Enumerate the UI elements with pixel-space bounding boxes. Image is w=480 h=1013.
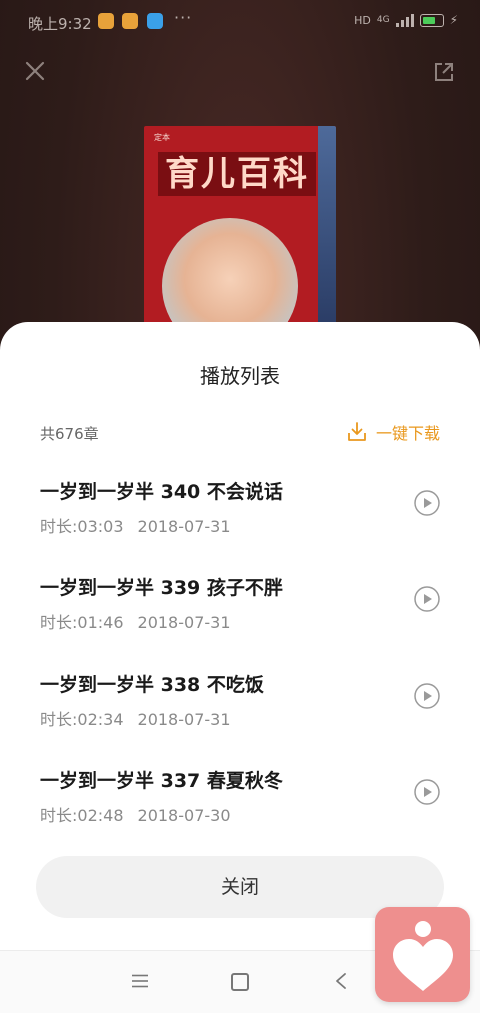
track-title: 一岁到一岁半 337 春夏秋冬 — [40, 770, 283, 792]
status-indicators: HD 4G ⚡ — [354, 13, 458, 27]
menu-icon[interactable] — [131, 974, 149, 988]
track-date: 2018-07-30 — [137, 806, 231, 825]
notification-app-icon — [98, 13, 114, 29]
download-all-label: 一键下载 — [375, 424, 440, 443]
heart-icon — [393, 921, 453, 991]
track-title: 一岁到一岁半 340 不会说话 — [40, 481, 283, 503]
play-icon[interactable] — [414, 586, 440, 612]
signal-icon — [395, 13, 414, 27]
book-cover: 定本 育儿百科 — [144, 126, 336, 324]
play-icon[interactable] — [414, 683, 440, 709]
cover-side-strip — [318, 126, 336, 324]
track-title: 一岁到一岁半 339 孩子不胖 — [40, 577, 283, 599]
floating-heart-widget[interactable] — [375, 907, 470, 1002]
track-meta: 时长:01:46 2018-07-31 — [40, 609, 231, 633]
track-meta: 时长:02:48 2018-07-30 — [40, 802, 231, 826]
notification-app-icon — [122, 13, 138, 29]
chapter-count: 共676章 — [40, 425, 99, 443]
track-item[interactable]: 一岁到一岁半 337 春夏秋冬 时长:02:48 2018-07-30 — [0, 766, 480, 836]
battery-icon — [419, 13, 444, 27]
status-bar: 晚上9:32 ··· HD 4G ⚡ — [0, 0, 480, 44]
cover-baby-photo — [162, 218, 298, 324]
cover-top-text: 定本 — [154, 133, 170, 142]
back-icon[interactable] — [334, 972, 348, 990]
track-date: 2018-07-31 — [137, 517, 231, 536]
track-title: 一岁到一岁半 338 不吃饭 — [40, 674, 264, 696]
share-icon[interactable] — [432, 60, 456, 84]
track-date: 2018-07-31 — [137, 613, 231, 632]
signal-label: 4G — [376, 15, 390, 25]
play-icon[interactable] — [414, 779, 440, 805]
cover-title: 育儿百科 — [158, 152, 316, 196]
notification-app-icon — [147, 13, 163, 29]
charging-icon: ⚡ — [449, 13, 458, 27]
playlist-sheet: 播放列表 共676章 一键下载 一岁到一岁半 340 不会说话 时长:03:03… — [0, 322, 480, 950]
track-item[interactable]: 一岁到一岁半 338 不吃饭 时长:02:34 2018-07-31 — [0, 670, 480, 740]
download-icon — [348, 422, 366, 441]
track-item[interactable]: 一岁到一岁半 339 孩子不胖 时长:01:46 2018-07-31 — [0, 573, 480, 643]
track-item[interactable]: 一岁到一岁半 340 不会说话 时长:03:03 2018-07-31 — [0, 477, 480, 547]
more-notifications-icon: ··· — [174, 8, 193, 27]
track-duration: 时长:03:03 — [40, 517, 124, 536]
home-icon[interactable] — [231, 973, 249, 991]
status-time: 晚上9:32 — [28, 15, 92, 33]
track-duration: 时长:02:48 — [40, 806, 124, 825]
track-meta: 时长:03:03 2018-07-31 — [40, 513, 231, 537]
sheet-title: 播放列表 — [200, 364, 280, 388]
network-label: HD — [354, 13, 371, 27]
track-duration: 时长:01:46 — [40, 613, 124, 632]
download-all-button[interactable]: 一键下载 — [346, 420, 440, 444]
app-screen: 晚上9:32 ··· HD 4G ⚡ 定本 育儿百科 播放列表 共676章 一键… — [0, 0, 480, 1013]
close-icon[interactable] — [22, 58, 48, 84]
track-date: 2018-07-31 — [137, 710, 231, 729]
track-meta: 时长:02:34 2018-07-31 — [40, 706, 231, 730]
track-duration: 时长:02:34 — [40, 710, 124, 729]
play-icon[interactable] — [414, 490, 440, 516]
